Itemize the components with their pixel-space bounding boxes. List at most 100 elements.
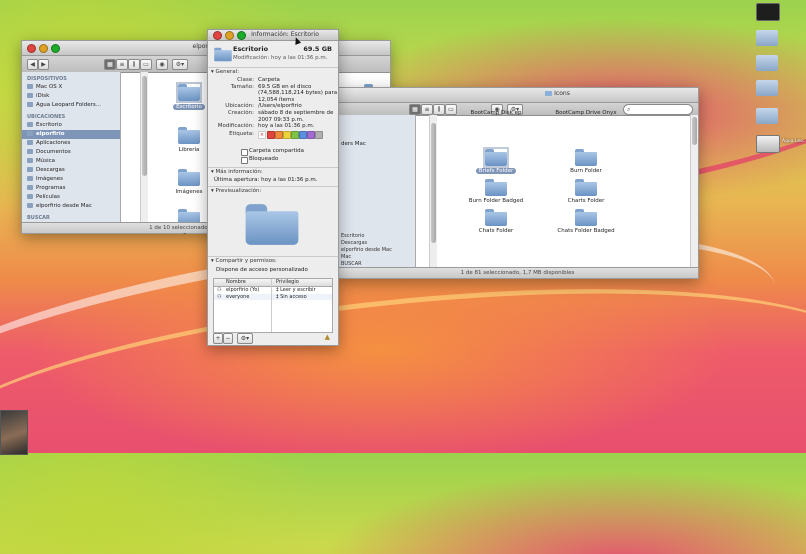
- perm-privilege[interactable]: ‡ Leer y escribir: [276, 287, 316, 293]
- file-label[interactable]: Charts Folder: [546, 198, 626, 204]
- file-label[interactable]: BootCamp Drive Onyx: [546, 110, 626, 116]
- info-value: Carpeta: [258, 77, 280, 83]
- sharing-section-toggle[interactable]: ▾ Compartir y permisos:: [211, 258, 277, 264]
- folder-preview-icon: [245, 204, 299, 245]
- view-column-button[interactable]: ⫼: [128, 59, 140, 70]
- permission-row[interactable]: ⚇ everyone ‡ Sin acceso: [214, 293, 332, 300]
- sidebar-item[interactable]: Escritorio: [22, 121, 120, 130]
- scroll-thumb[interactable]: [431, 123, 436, 243]
- label-color-swatch[interactable]: [315, 131, 323, 139]
- back-button[interactable]: ◀: [27, 59, 38, 70]
- perm-header-privilege[interactable]: Privilegio: [276, 279, 299, 285]
- sidebar-item[interactable]: Películas: [22, 193, 120, 202]
- file-label[interactable]: BootCamp Disk ep: [456, 110, 536, 116]
- sidebar-item[interactable]: Programas: [22, 184, 120, 193]
- permission-action-gear-icon[interactable]: ⚙▾: [237, 333, 253, 344]
- scroll-thumb[interactable]: [142, 76, 147, 176]
- vertical-scrollbar[interactable]: [690, 115, 698, 268]
- file-label[interactable]: Chats Folder: [456, 228, 536, 234]
- permissions-footer: + − ⚙▾: [213, 333, 333, 344]
- view-icon-button[interactable]: ▦: [104, 59, 116, 70]
- folder-icon: [545, 91, 553, 96]
- sidebar-item[interactable]: Imágenes: [22, 175, 120, 184]
- sidebar-item[interactable]: Descargas: [341, 240, 367, 246]
- quicklook-eye-icon[interactable]: ◉: [156, 59, 168, 70]
- title-bar[interactable]: Información: Escritorio: [208, 30, 338, 41]
- folder-icon[interactable]: [483, 147, 509, 168]
- file-label[interactable]: Burn Folder: [546, 168, 626, 174]
- scroll-thumb[interactable]: [692, 117, 697, 145]
- add-permission-button[interactable]: +: [213, 333, 223, 344]
- remove-permission-button[interactable]: −: [223, 333, 233, 344]
- window-title: Icons: [417, 90, 698, 97]
- view-icon-button[interactable]: ▦: [409, 104, 421, 115]
- label-color-swatch[interactable]: [291, 131, 299, 139]
- perm-header-name[interactable]: Nombre: [226, 279, 246, 285]
- action-gear-icon[interactable]: ⚙▾: [172, 59, 188, 70]
- label-color-swatch[interactable]: [307, 131, 315, 139]
- divider: [208, 186, 338, 187]
- desktop-drive-icon[interactable]: [756, 135, 780, 153]
- desktop-folder-icon[interactable]: [756, 55, 778, 71]
- label-color-swatch[interactable]: [275, 131, 283, 139]
- file-label[interactable]: Chats Folder Badged: [546, 228, 626, 234]
- vertical-scrollbar[interactable]: [140, 72, 148, 223]
- shared-folder-label: Carpeta compartida: [249, 148, 305, 154]
- view-list-button[interactable]: ≡: [116, 59, 128, 70]
- desktop-dark-icon[interactable]: [756, 3, 780, 21]
- general-rows: Clase: Carpeta Tamaño: 69.5 GB en el disco(…: [208, 77, 338, 137]
- info-key: Tamaño:: [230, 83, 254, 90]
- more-info-section-toggle[interactable]: ▾ Más información:: [211, 169, 263, 175]
- sidebar-section-header: UBICACIONES: [27, 114, 66, 120]
- view-list-button[interactable]: ≡: [421, 104, 433, 115]
- folder-icon[interactable]: [485, 209, 507, 226]
- permission-row[interactable]: ⚇ elporfirio (Yo) ‡ Leer y escribir: [214, 287, 332, 293]
- sidebar-item[interactable]: Aplicaciones: [22, 139, 120, 148]
- sidebar-item[interactable]: elporfirio desde Mac: [341, 247, 392, 253]
- search-input[interactable]: ⌕: [623, 104, 693, 115]
- label-none-swatch[interactable]: ×: [258, 131, 266, 139]
- sidebar-item[interactable]: iDisk: [22, 92, 120, 101]
- sidebar-item[interactable]: Mac: [341, 254, 351, 260]
- sidebar-item[interactable]: Documentos: [22, 148, 120, 157]
- folder-icon[interactable]: [575, 209, 597, 226]
- sidebar-item[interactable]: elporfirio desde Mac: [22, 202, 120, 211]
- folder-icon[interactable]: [178, 169, 200, 186]
- desktop-folder-icon[interactable]: [756, 30, 778, 46]
- folder-icon[interactable]: [575, 149, 597, 166]
- label-color-swatch[interactable]: [299, 131, 307, 139]
- folder-icon[interactable]: [178, 127, 200, 144]
- sidebar-scrollbar[interactable]: [429, 115, 437, 268]
- sidebar-item[interactable]: Música: [22, 157, 120, 166]
- folder-icon[interactable]: [575, 179, 597, 196]
- shared-folder-checkbox[interactable]: [241, 149, 248, 156]
- perm-privilege[interactable]: ‡ Sin acceso: [276, 294, 307, 300]
- sidebar-item[interactable]: Escritorio: [341, 233, 364, 239]
- desktop-folder-icon[interactable]: [756, 108, 778, 124]
- sidebar-item[interactable]: Mac OS X: [22, 83, 120, 92]
- sidebar-item[interactable]: Agua Leopard Folders...: [22, 101, 120, 110]
- desktop-folder-icon[interactable]: [756, 80, 778, 96]
- perm-name: elporfirio (Yo): [226, 287, 260, 293]
- close-button[interactable]: [213, 31, 222, 40]
- preview-section-toggle[interactable]: ▾ Previsualización:: [211, 188, 261, 194]
- user-avatar-thumbnail[interactable]: [0, 410, 28, 455]
- label-color-swatch[interactable]: [283, 131, 291, 139]
- file-label[interactable]: Burn Folder Badged: [456, 198, 536, 204]
- label-color-swatch[interactable]: [267, 131, 275, 139]
- file-label[interactable]: Briefs Folder: [456, 168, 536, 174]
- sidebar-item[interactable]: ders Mac: [341, 141, 366, 147]
- view-coverflow-button[interactable]: ▭: [140, 59, 152, 70]
- folder-icon[interactable]: [176, 82, 202, 103]
- locked-checkbox[interactable]: [241, 157, 248, 164]
- general-row: Modificación: hoy a las 01:36 p.m.: [208, 123, 338, 130]
- view-column-button[interactable]: ⫼: [433, 104, 445, 115]
- title-bar[interactable]: Icons: [337, 88, 698, 103]
- folder-icon[interactable]: [485, 179, 507, 196]
- lock-icon[interactable]: ▲: [325, 333, 330, 341]
- sidebar-item[interactable]: Descargas: [22, 166, 120, 175]
- forward-button[interactable]: ▶: [38, 59, 49, 70]
- sidebar-item[interactable]: elporfirio: [22, 130, 120, 139]
- label-color-picker[interactable]: ×: [258, 131, 338, 139]
- general-section-toggle[interactable]: ▾ General:: [211, 69, 239, 75]
